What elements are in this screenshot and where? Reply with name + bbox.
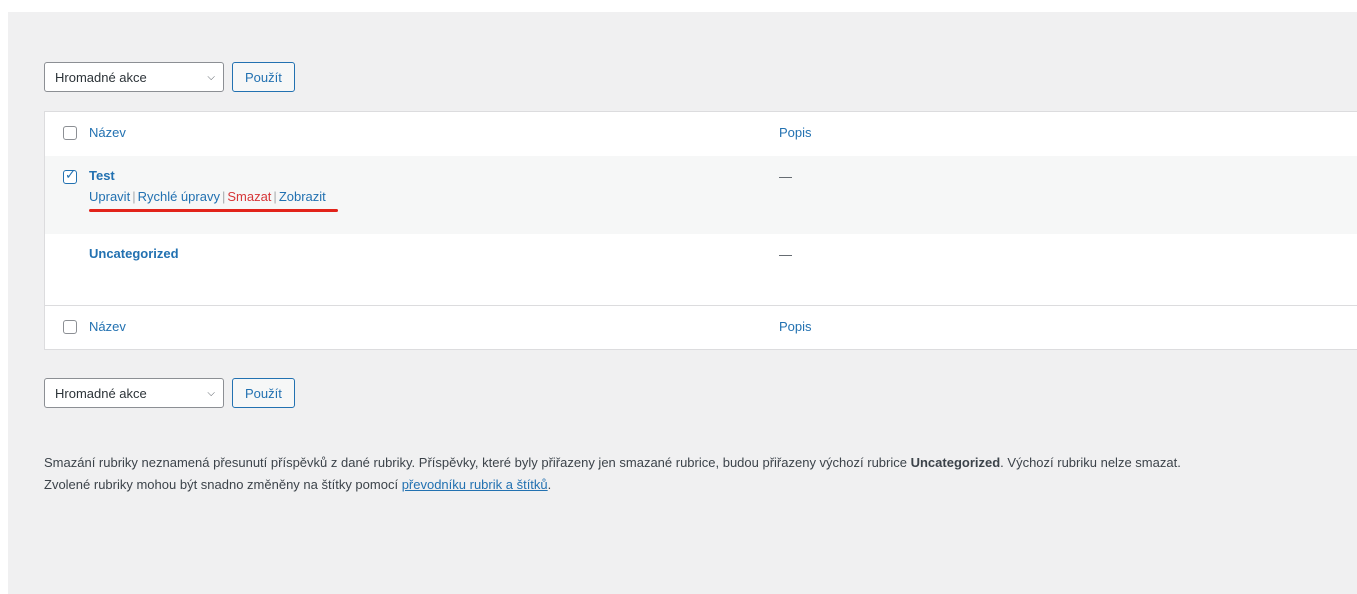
separator: | [273,188,277,204]
term-description: — [779,168,792,184]
bulk-action-select-bottom[interactable]: Hromadné akce ⌵ [44,378,224,408]
bulk-action-select-top[interactable]: Hromadné akce ⌵ [44,62,224,92]
quick-edit-link[interactable]: Rychlé úpravy [138,189,220,204]
bulk-action-select-value: Hromadné akce [55,385,147,401]
column-description-footer[interactable]: Popis [779,319,812,334]
edit-link[interactable]: Upravit [89,189,130,204]
row-actions: Upravit | Rychlé úpravy | Smazat | Zobrazit [89,188,338,212]
view-link[interactable]: Zobrazit [279,189,326,204]
note-line-2: Zvolené rubriky mohou být snadno změněny… [44,474,1357,496]
row-checkbox-test[interactable] [63,167,77,184]
annotation-underline [89,208,338,212]
table-row: Uncategorized — [45,234,1357,306]
term-name-link[interactable]: Uncategorized [89,246,179,261]
bulk-action-select-value: Hromadné akce [55,69,147,85]
note-text: . [547,477,552,492]
term-description: — [779,246,792,262]
select-all-checkbox-top[interactable] [63,126,77,140]
select-all-checkbox-bottom[interactable] [63,320,77,334]
note-text: Smazání rubriky neznamená přesunutí přís… [44,455,911,470]
table-row: Test Upravit|Rychlé úpravy|Smazat|Zobraz… [44,155,1357,234]
column-description-header[interactable]: Popis [779,125,812,140]
converter-link[interactable]: převodníku rubrik a štítků [402,477,548,492]
delete-link[interactable]: Smazat [227,189,271,204]
note-line-1: Smazání rubriky neznamená přesunutí přís… [44,452,1357,474]
column-name-header[interactable]: Název [89,125,126,140]
delete-note: Smazání rubriky neznamená přesunutí přís… [44,452,1357,496]
default-category-name: Uncategorized [910,455,1001,470]
table-footer-row: Název Popis [44,305,1357,350]
apply-button-bottom[interactable]: Použít [232,378,295,408]
bulk-actions-top: Hromadné akce ⌵ Použít [44,62,295,92]
column-name-footer[interactable]: Název [89,319,126,334]
note-text: Zvolené rubriky mohou být snadno změněny… [44,477,402,492]
chevron-down-icon: ⌵ [207,387,215,399]
bulk-actions-bottom: Hromadné akce ⌵ Použít [44,378,295,408]
term-name-link[interactable]: Test [89,168,115,183]
apply-button-top[interactable]: Použít [232,62,295,92]
chevron-down-icon: ⌵ [207,71,215,83]
note-text: . Výchozí rubriku nelze smazat. [1000,455,1181,470]
separator: | [132,188,136,204]
categories-table: Název Popis Test Upravit|Rychlé úpravy|S… [44,111,1357,350]
table-header-row: Název Popis [45,112,1357,156]
